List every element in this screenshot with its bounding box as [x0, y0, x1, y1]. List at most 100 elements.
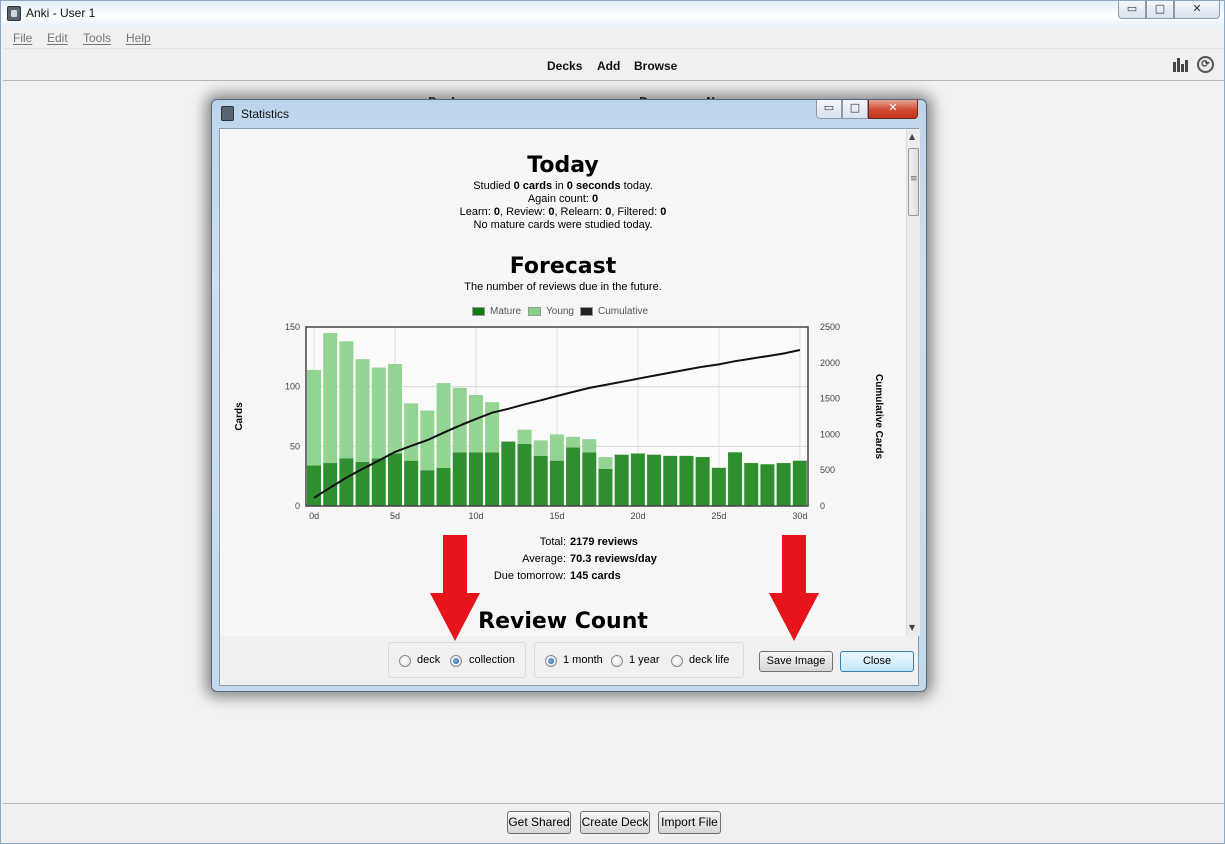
stats-maximize-button[interactable]: □: [842, 100, 868, 119]
bar-mature-13: [517, 443, 532, 506]
stats-close-x-button[interactable]: ✕: [868, 100, 918, 119]
browse-link[interactable]: Browse: [634, 59, 677, 73]
period-options: 1 month 1 year deck life: [534, 642, 744, 678]
bar-young-17: [582, 439, 597, 453]
bar-mature-17: [582, 452, 597, 506]
scroll-up-arrow[interactable]: ▲: [909, 132, 915, 141]
save-image-button[interactable]: Save Image: [759, 651, 833, 672]
bar-mature-8: [436, 467, 451, 506]
bar-mature-18: [598, 469, 613, 506]
maximize-button[interactable]: □: [1146, 1, 1174, 19]
studied-line: Studied 0 cards in 0 seconds today.: [473, 180, 653, 192]
bar-mature-29: [776, 463, 791, 506]
get-shared-button[interactable]: Get Shared: [507, 811, 571, 834]
title-bar[interactable]: Anki - User 1: [1, 1, 1224, 27]
y2-tick-label: 2500: [820, 322, 840, 332]
bar-mature-9: [452, 452, 467, 506]
bar-young-1: [323, 332, 338, 464]
sync-icon[interactable]: ⟳: [1197, 56, 1214, 73]
bar-young-13: [517, 429, 532, 444]
anki-app-icon: [7, 6, 21, 21]
import-file-button[interactable]: Import File: [658, 811, 721, 834]
x-tick-label: 15d: [549, 511, 564, 521]
bar-mature-5: [387, 453, 402, 506]
y2-tick-label: 1500: [820, 394, 840, 404]
deck-radio-label[interactable]: deck: [417, 654, 440, 666]
x-tick-label: 5d: [390, 511, 400, 521]
bar-mature-14: [533, 455, 548, 506]
close-button[interactable]: Close: [840, 651, 914, 672]
one-month-label[interactable]: 1 month: [563, 654, 603, 666]
one-month-radio[interactable]: [545, 655, 557, 667]
bar-young-18: [598, 457, 613, 470]
learn-review-line: Learn: 0, Review: 0, Relearn: 0, Filtere…: [459, 206, 667, 218]
y2-axis-label: Cumulative Cards: [873, 374, 884, 459]
content-scrollbar[interactable]: ▲ ▼: [906, 129, 920, 636]
bar-mature-7: [420, 470, 435, 506]
y-tick-label: 150: [285, 322, 300, 332]
y2-tick-label: 2000: [820, 358, 840, 368]
bar-young-8: [436, 383, 451, 468]
bar-mature-2: [339, 458, 354, 506]
bar-mature-27: [744, 463, 759, 506]
close-window-button[interactable]: ✕: [1174, 1, 1220, 19]
y-axis-label: Cards: [234, 402, 245, 431]
bar-mature-20: [630, 453, 645, 506]
deck-radio[interactable]: [399, 655, 411, 667]
x-tick-label: 10d: [469, 511, 484, 521]
bar-mature-23: [679, 455, 694, 506]
minimize-button[interactable]: ▭: [1118, 1, 1146, 19]
bar-young-6: [404, 403, 419, 461]
menu-edit[interactable]: Edit: [47, 31, 68, 45]
x-tick-label: 30d: [792, 511, 807, 521]
scroll-down-arrow[interactable]: ▼: [909, 623, 915, 632]
total-value: 2179 reviews: [570, 536, 638, 548]
bar-mature-28: [760, 464, 775, 506]
menu-help[interactable]: Help: [126, 31, 151, 45]
bar-mature-15: [549, 460, 564, 506]
bar-young-14: [533, 440, 548, 456]
deck-life-label[interactable]: deck life: [689, 654, 729, 666]
window-controls: ▭ □ ✕: [1118, 1, 1220, 19]
menu-tools[interactable]: Tools: [83, 31, 111, 45]
x-tick-label: 0d: [309, 511, 319, 521]
statistics-dialog: Statistics ▭ □ ✕ Today Studied 0 cards i…: [211, 99, 927, 692]
stats-minimize-button[interactable]: ▭: [816, 100, 842, 119]
scope-options: deck collection: [388, 642, 526, 678]
annotation-arrow-collection: [430, 535, 480, 641]
bar-young-3: [355, 359, 370, 462]
y2-tick-label: 0: [820, 501, 825, 511]
window-title: Anki - User 1: [26, 6, 96, 20]
bar-chart-icon[interactable]: [1173, 58, 1189, 72]
bar-young-5: [387, 363, 402, 454]
y-tick-label: 0: [295, 501, 300, 511]
bar-mature-24: [695, 457, 710, 506]
forecast-chart: 050100150050010001500200025000d 5d 10d 15d 2…: [234, 322, 884, 521]
create-deck-button[interactable]: Create Deck: [580, 811, 650, 834]
collection-radio-label[interactable]: collection: [469, 654, 515, 666]
bar-mature-12: [501, 441, 516, 506]
bar-mature-30: [792, 460, 807, 506]
bar-mature-22: [663, 455, 678, 506]
collection-radio[interactable]: [450, 655, 462, 667]
bar-mature-19: [614, 454, 629, 506]
bar-young-0: [307, 369, 321, 466]
forecast-heading: Forecast: [509, 254, 617, 279]
deck-life-radio[interactable]: [671, 655, 683, 667]
one-year-radio[interactable]: [611, 655, 623, 667]
menu-bar: File Edit Tools Help: [3, 28, 1224, 49]
bar-mature-26: [728, 452, 743, 506]
add-link[interactable]: Add: [597, 59, 620, 73]
again-count-line: Again count: 0: [527, 193, 599, 205]
bar-young-16: [566, 436, 581, 448]
bar-mature-11: [485, 452, 500, 506]
bar-mature-6: [404, 460, 419, 506]
menu-file[interactable]: File: [13, 31, 32, 45]
bar-young-9: [452, 387, 467, 453]
bar-mature-16: [566, 447, 581, 506]
scroll-thumb[interactable]: [908, 148, 919, 216]
y2-tick-label: 1000: [820, 429, 840, 439]
one-year-label[interactable]: 1 year: [629, 654, 660, 666]
decks-link[interactable]: Decks: [547, 59, 582, 73]
bottom-bar: Get Shared Create Deck Import File: [3, 803, 1224, 841]
